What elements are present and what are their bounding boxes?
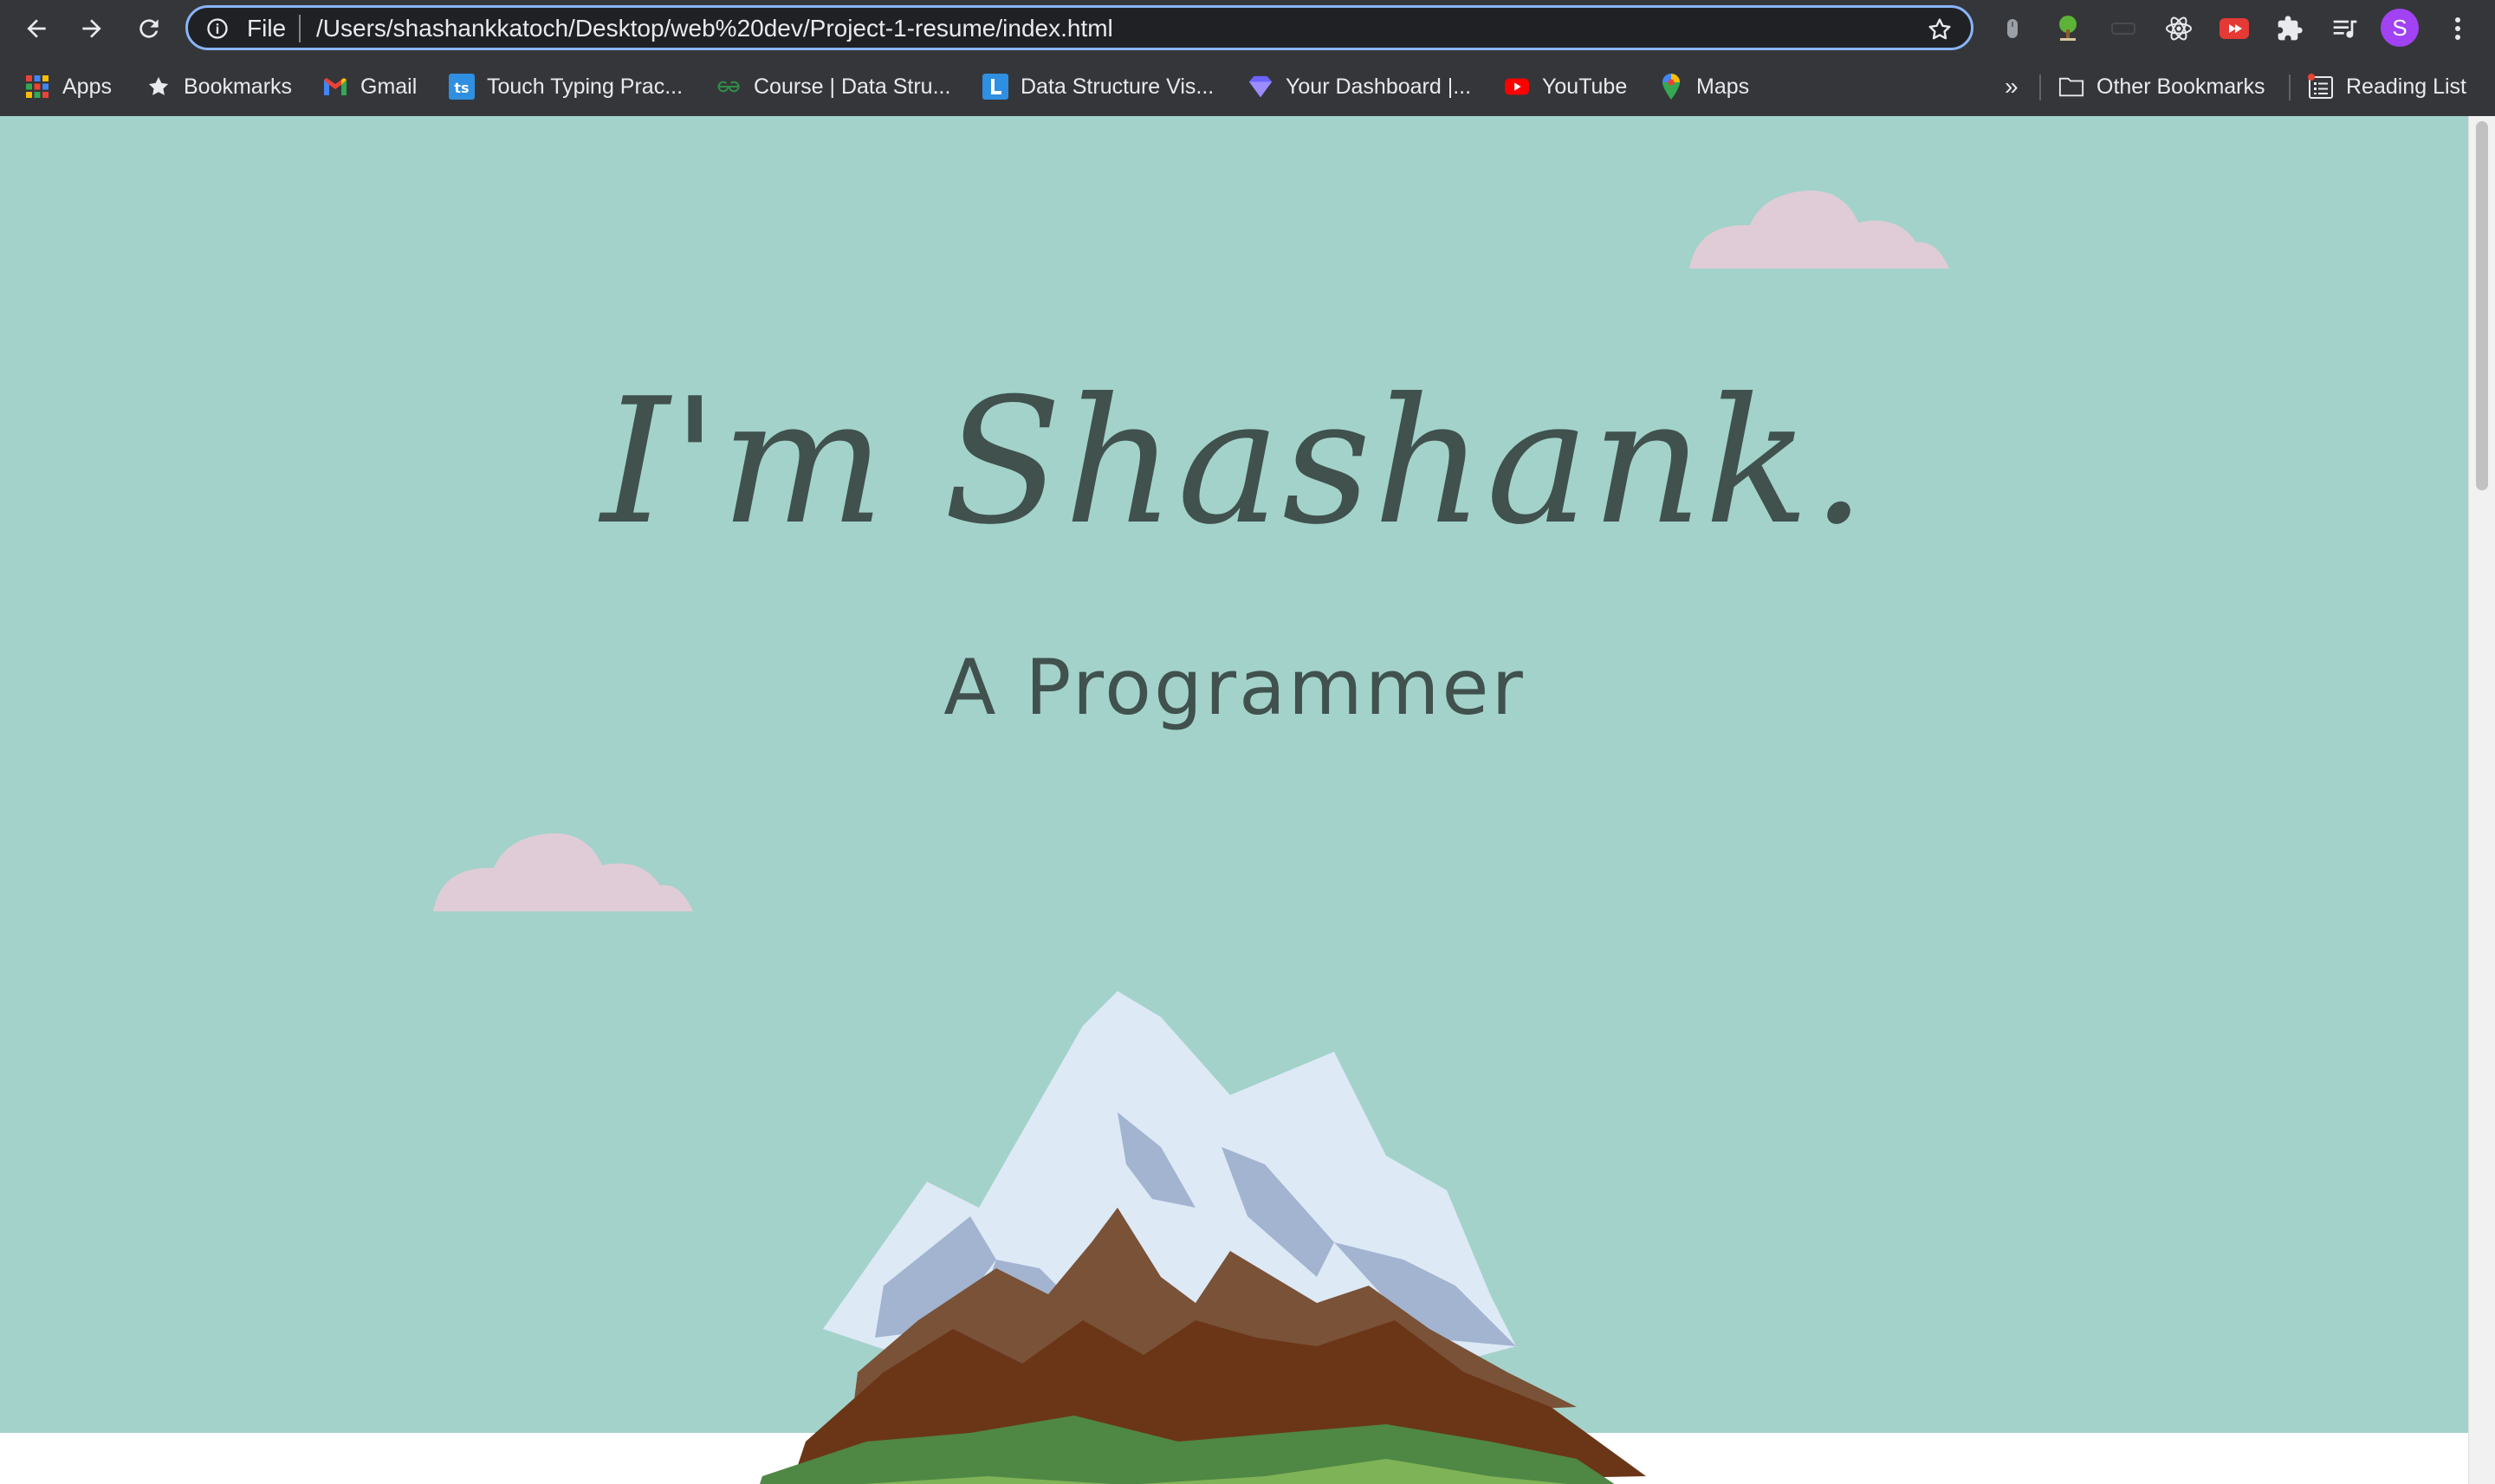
bookmark-label: Gmail [360,74,418,99]
extension-mouse-icon[interactable] [1996,12,2029,45]
bookmark-label: Your Dashboard |... [1286,74,1472,99]
maps-pin-icon [1658,74,1684,100]
address-bar[interactable]: File /Users/shashankkatoch/Desktop/web%2… [185,5,1973,50]
extension-tree-icon[interactable] [2051,12,2084,45]
bookmark-label: Maps [1696,74,1750,99]
top-cloud-image [1689,190,1949,269]
bookmark-youtube[interactable]: YouTube [1504,69,1627,104]
bookmark-label: YouTube [1542,74,1628,99]
react-devtools-icon[interactable] [2162,12,2195,45]
browser-menu-icon[interactable] [2441,12,2474,45]
url-separator [299,15,301,42]
bookmark-your-dashboard[interactable]: Your Dashboard |... [1248,69,1471,104]
reload-button[interactable] [130,10,168,47]
bookmark-touch-typing[interactable]: ts Touch Typing Prac... [449,69,683,104]
back-button[interactable] [17,10,55,47]
bookmark-gmail[interactable]: Gmail [322,69,417,104]
bookmark-label: Touch Typing Prac... [487,74,684,99]
info-icon[interactable] [205,16,230,41]
page-title: I'm Shashank. [600,361,1869,563]
bookmarks-divider [2289,75,2291,100]
l-icon [982,74,1008,100]
page-viewport: I'm Shashank. A Programmer [0,116,2469,1484]
extension-faded-icon[interactable] [2107,12,2140,45]
profile-avatar[interactable]: S [2381,9,2419,47]
scrollbar-thumb[interactable] [2476,121,2488,490]
bookmarks-bar: Apps Bookmarks Gmail ts Touch Typing Pra… [0,61,2495,113]
forward-button[interactable] [73,10,111,47]
ts-icon: ts [449,74,475,100]
bookmark-label: Bookmarks [184,74,293,99]
browser-chrome: File /Users/shashankkatoch/Desktop/web%2… [0,0,2495,116]
mountain-image [760,991,1646,1484]
bookmark-label: Data Structure Vis... [1021,74,1215,99]
browser-toolbar: File /Users/shashankkatoch/Desktop/web%2… [0,0,2495,57]
bottom-cloud-image [433,833,693,911]
back-arrow-icon [27,19,46,38]
url-scheme: File [247,15,287,42]
reading-list-button[interactable]: Reading List [2308,69,2466,104]
page-subtitle: A Programmer [943,643,1526,732]
page-scrollbar[interactable] [2468,116,2495,1484]
bookmark-maps[interactable]: Maps [1658,69,1749,104]
extension-youtube-icon[interactable] [2218,12,2251,45]
reload-icon [139,19,159,38]
chevron-double-right-icon: » [2005,73,2019,100]
forward-arrow-icon [82,19,101,38]
bookmark-bookmarks[interactable]: Bookmarks [146,69,292,104]
bookmark-data-structure-vis[interactable]: Data Structure Vis... [982,69,1214,104]
bookmark-label: Course | Data Stru... [754,74,951,99]
bookmark-star-icon[interactable] [1926,16,1954,43]
reading-list-icon [2308,74,2334,100]
url-text[interactable]: /Users/shashankkatoch/Desktop/web%20dev/… [316,15,1113,42]
bookmark-label: Apps [62,74,112,99]
bookmarks-divider [2039,75,2041,100]
gfg-icon [716,74,742,100]
bookmark-other-bookmarks[interactable]: Other Bookmarks [2058,69,2265,104]
youtube-icon [1504,74,1530,100]
hero-section: I'm Shashank. A Programmer [0,116,2469,1484]
svg-text:ts: ts [454,80,469,96]
bookmark-label: Other Bookmarks [2096,74,2265,99]
bookmark-label: Reading List [2346,74,2466,99]
bookmark-course-data-structures[interactable]: Course | Data Stru... [716,69,950,104]
star-icon [146,74,172,100]
diamond-icon [1248,74,1273,100]
extensions-puzzle-icon[interactable] [2273,12,2306,45]
media-queue-icon[interactable] [2329,12,2362,45]
folder-icon [2058,74,2084,100]
gmail-icon [322,74,348,100]
bookmark-apps[interactable]: Apps [24,69,112,104]
apps-grid-icon [24,74,50,100]
bookmarks-overflow-button[interactable]: » [2005,69,2019,104]
